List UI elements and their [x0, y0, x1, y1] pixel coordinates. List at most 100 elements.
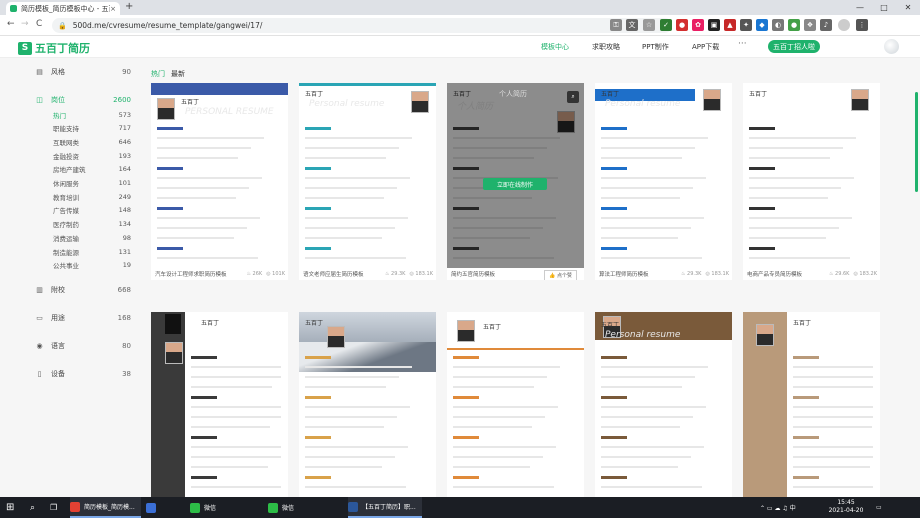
sidebar-subitem[interactable]: 房地产建筑 164: [53, 164, 131, 175]
template-card[interactable]: 五百丁: [447, 312, 584, 497]
hire-button[interactable]: 五百丁招人啦: [768, 40, 820, 53]
resume-preview[interactable]: 五百丁 Personal resume: [595, 312, 732, 497]
resume-preview[interactable]: 五百丁 Personal resume: [595, 83, 732, 268]
template-name[interactable]: 语文老师应届生简历模板: [303, 270, 385, 278]
resume-preview[interactable]: 五百丁: [299, 312, 436, 497]
nav-app-download[interactable]: APP下载: [692, 42, 719, 52]
nav-template-center[interactable]: 模板中心: [541, 42, 569, 52]
media-icon[interactable]: ♪: [820, 19, 832, 31]
translate-icon[interactable]: 文: [626, 19, 638, 31]
notification-button[interactable]: ▭: [876, 497, 882, 518]
sidebar-subitem[interactable]: 消费运输 98: [53, 232, 131, 243]
sidebar-subitem[interactable]: 教育培训 249: [53, 191, 131, 202]
grey-extension-icon[interactable]: ◐: [772, 19, 784, 31]
sidebar-group-5[interactable]: ▯ 设备 38: [35, 368, 131, 379]
profile-icon[interactable]: [838, 19, 850, 31]
sidebar-subitem[interactable]: 医疗制药 134: [53, 219, 131, 230]
nav-job-guide[interactable]: 求职攻略: [592, 42, 620, 52]
task-view-button[interactable]: ❐: [50, 497, 57, 518]
sidebar-subitem[interactable]: 金融投资 193: [53, 150, 131, 161]
resume-preview[interactable]: 五百丁 Personal resume: [299, 83, 436, 268]
browser-tab[interactable]: 简历模板_简历模板中心 - 五百丁 ×: [6, 2, 120, 15]
sidebar-group-0[interactable]: ▤ 风格 90: [35, 66, 131, 77]
template-card[interactable]: 五百丁: [299, 312, 436, 497]
sidebar-subitem[interactable]: 热门 573: [53, 109, 131, 120]
sidebar-group-4[interactable]: ◉ 语言 80: [35, 340, 131, 351]
browser-toolbar: ← → C 🔒 500d.me/cvresume/resume_template…: [0, 15, 920, 36]
sidebar-group-1[interactable]: ◫ 岗位 2600: [35, 94, 131, 105]
start-button[interactable]: ⊞: [6, 497, 14, 518]
tab-latest[interactable]: 最新: [171, 70, 185, 78]
system-tray[interactable]: ⌃ ▭ ☁ ♫ 中: [760, 497, 796, 518]
template-name[interactable]: 算法工程师简历模板: [599, 270, 681, 278]
shield-extension-icon[interactable]: ✓: [660, 19, 672, 31]
scroll-indicator[interactable]: [915, 92, 918, 192]
resume-preview[interactable]: 五百丁 个人简历 ⌕ 个人简历 立即在线制作: [447, 83, 584, 268]
close-window-button[interactable]: ✕: [896, 0, 920, 15]
sidebar-subitem[interactable]: 广告传媒 148: [53, 205, 131, 216]
sidebar-subitem-count: 193: [118, 151, 131, 160]
taskbar-app-check[interactable]: [146, 497, 166, 518]
sidebar-subitem[interactable]: 职能支持 717: [53, 123, 131, 134]
sidebar-subitem-count: 98: [122, 233, 131, 242]
sidebar-subitem[interactable]: 休闲服务 101: [53, 178, 131, 189]
sidebar-group-2[interactable]: ▥ 附校 668: [35, 284, 131, 295]
clock[interactable]: 15:45 2021-04-20: [826, 499, 866, 515]
menu-icon[interactable]: ⋮: [856, 19, 868, 31]
sidebar-group-3[interactable]: ▭ 用途 168: [35, 312, 131, 323]
address-bar[interactable]: 🔒 500d.me/cvresume/resume_template/gangw…: [52, 18, 672, 33]
taskbar-app-chrome[interactable]: 简历模板_简历模...: [70, 497, 141, 518]
chrome-icon: [70, 501, 80, 512]
key-icon[interactable]: ⚿: [610, 19, 622, 31]
search-button[interactable]: ⌕: [30, 497, 35, 518]
dark-extension-icon[interactable]: ▣: [708, 19, 720, 31]
blue-extension-icon[interactable]: ◆: [756, 19, 768, 31]
like-button[interactable]: 👍 点个赞: [544, 270, 577, 280]
search-preview-icon[interactable]: ⌕: [567, 91, 579, 103]
nav-ppt[interactable]: PPT制作: [642, 42, 669, 52]
template-card[interactable]: 五百丁 Personal resume 语文老师应届生简历模板 ♨ 29.3K ◎ 18…: [299, 83, 436, 280]
template-card[interactable]: 五百丁 PERSONAL RESUME 汽车设计工程师求职简历模板 ♨ 26K ◎ 10…: [151, 83, 288, 280]
template-name[interactable]: 电商产品专员简历模板: [747, 270, 829, 278]
taskbar-app-word[interactable]: 【五百丁简历】职...: [348, 497, 422, 518]
fire-extension-icon[interactable]: ▲: [724, 19, 736, 31]
more-menu-icon[interactable]: ···: [738, 39, 747, 49]
sidebar-group-label: 附校: [51, 285, 65, 294]
resume-preview[interactable]: 五百丁: [743, 83, 880, 268]
template-card[interactable]: 五百丁 Personal resume 算法工程师简历模板 ♨ 29.3K ◎ 183.…: [595, 83, 732, 280]
minimize-button[interactable]: —: [848, 0, 872, 15]
forward-button[interactable]: →: [21, 19, 29, 29]
pink-extension-icon[interactable]: ✿: [692, 19, 704, 31]
green-extension-icon[interactable]: ●: [788, 19, 800, 31]
template-card[interactable]: 五百丁 电商产品专员简历模板 ♨ 29.6K ◎ 183.2K: [743, 83, 880, 280]
use-template-button[interactable]: 立即在线制作: [483, 178, 547, 190]
tab-close-icon[interactable]: ×: [110, 5, 116, 13]
maximize-button[interactable]: □: [872, 0, 896, 15]
bookmark-star-icon[interactable]: ☆: [643, 19, 655, 31]
back-button[interactable]: ←: [7, 19, 15, 29]
template-card[interactable]: 五百丁 个人简历 ⌕ 个人简历 立即在线制作 简约五官简历模板 👍 点个赞: [447, 83, 584, 280]
resume-preview[interactable]: 五百丁 PERSONAL RESUME: [151, 83, 288, 268]
puzzle-extension-icon[interactable]: ✦: [740, 19, 752, 31]
sidebar-subitem[interactable]: 制造能源 131: [53, 246, 131, 257]
card-caption: 语文老师应届生简历模板 ♨ 29.3K ◎ 183.1K: [303, 269, 433, 279]
resume-preview[interactable]: 五百丁: [743, 312, 880, 497]
extensions-puzzle-icon[interactable]: ❖: [804, 19, 816, 31]
sidebar-subitem[interactable]: 互联网类 646: [53, 136, 131, 147]
hot-count: ♨ 26K: [246, 271, 262, 277]
sidebar-subitem[interactable]: 公共事业 19: [53, 260, 131, 271]
resume-preview[interactable]: 五百丁: [151, 312, 288, 497]
taskbar-app-wechat[interactable]: 微信: [190, 497, 222, 518]
user-avatar[interactable]: [884, 39, 899, 54]
reload-button[interactable]: C: [36, 19, 42, 29]
taskbar-app-wechat[interactable]: 微信: [268, 497, 300, 518]
resume-preview[interactable]: 五百丁: [447, 312, 584, 497]
template-card[interactable]: 五百丁 Personal resume: [595, 312, 732, 497]
template-card[interactable]: 五百丁: [151, 312, 288, 497]
new-tab-button[interactable]: +: [125, 1, 133, 12]
site-logo[interactable]: S 五百丁简历: [18, 40, 90, 56]
template-card[interactable]: 五百丁: [743, 312, 880, 497]
template-name[interactable]: 汽车设计工程师求职简历模板: [155, 270, 246, 278]
red-extension-icon[interactable]: ●: [676, 19, 688, 31]
tab-hot[interactable]: 热门: [151, 70, 165, 78]
